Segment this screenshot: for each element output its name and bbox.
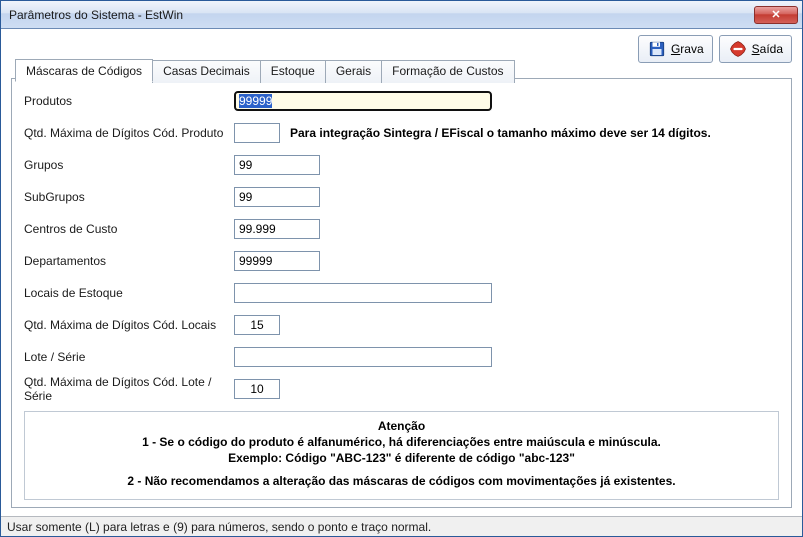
exit-button[interactable]: Saída [719, 35, 792, 63]
save-icon [647, 39, 667, 59]
attention-box: Atenção 1 - Se o código do produto é alf… [24, 411, 779, 500]
tab-gerais[interactable]: Gerais [325, 60, 382, 83]
window-titlebar: Parâmetros do Sistema - EstWin ✕ [1, 1, 802, 29]
qtd-max-locais-input[interactable] [234, 315, 280, 335]
subgrupos-label: SubGrupos [24, 190, 234, 204]
locais-estoque-input[interactable] [234, 283, 492, 303]
statusbar-text: Usar somente (L) para letras e (9) para … [7, 520, 431, 534]
qtd-max-produto-label: Qtd. Máxima de Dígitos Cód. Produto [24, 126, 234, 140]
exit-button-label: aída [760, 42, 783, 56]
qtd-max-produto-input[interactable] [234, 123, 280, 143]
qtd-max-produto-hint: Para integração Sintegra / EFiscal o tam… [290, 126, 711, 140]
lote-serie-label: Lote / Série [24, 350, 234, 364]
attention-line2: Exemplo: Código "ABC-123" é diferente de… [35, 450, 768, 466]
attention-line1: 1 - Se o código do produto é alfanuméric… [35, 434, 768, 450]
centros-custo-label: Centros de Custo [24, 222, 234, 236]
attention-title: Atenção [35, 418, 768, 434]
tab-mascaras-codigos[interactable]: Máscaras de Códigos [15, 59, 153, 82]
produtos-label: Produtos [24, 94, 234, 108]
centros-custo-input[interactable] [234, 219, 320, 239]
save-button-accel: G [671, 42, 680, 56]
window-close-button[interactable]: ✕ [754, 6, 798, 24]
lote-serie-input[interactable] [234, 347, 492, 367]
tab-formacao-custos[interactable]: Formação de Custos [381, 60, 514, 83]
subgrupos-input[interactable] [234, 187, 320, 207]
grupos-input[interactable] [234, 155, 320, 175]
departamentos-input[interactable] [234, 251, 320, 271]
exit-button-accel: S [752, 42, 760, 56]
tab-panel: Produtos Qtd. Máxima de Dígitos Cód. Pro… [11, 78, 792, 508]
save-button[interactable]: Grava [638, 35, 713, 63]
qtd-max-locais-label: Qtd. Máxima de Dígitos Cód. Locais [24, 318, 234, 332]
qtd-max-lote-input[interactable] [234, 379, 280, 399]
save-button-label: rava [680, 42, 703, 56]
qtd-max-lote-label: Qtd. Máxima de Dígitos Cód. Lote / Série [24, 375, 234, 403]
tab-estoque[interactable]: Estoque [260, 60, 326, 83]
grupos-label: Grupos [24, 158, 234, 172]
tab-casas-decimais[interactable]: Casas Decimais [152, 60, 261, 83]
close-icon: ✕ [771, 8, 780, 21]
window-title: Parâmetros do Sistema - EstWin [9, 8, 754, 22]
produtos-input[interactable] [234, 91, 492, 111]
statusbar: Usar somente (L) para letras e (9) para … [1, 516, 802, 536]
tabstrip: Máscaras de Códigos Casas Decimais Estoq… [15, 59, 514, 82]
attention-line3: 2 - Não recomendamos a alteração das más… [35, 473, 768, 489]
departamentos-label: Departamentos [24, 254, 234, 268]
locais-estoque-label: Locais de Estoque [24, 286, 234, 300]
exit-icon [728, 39, 748, 59]
